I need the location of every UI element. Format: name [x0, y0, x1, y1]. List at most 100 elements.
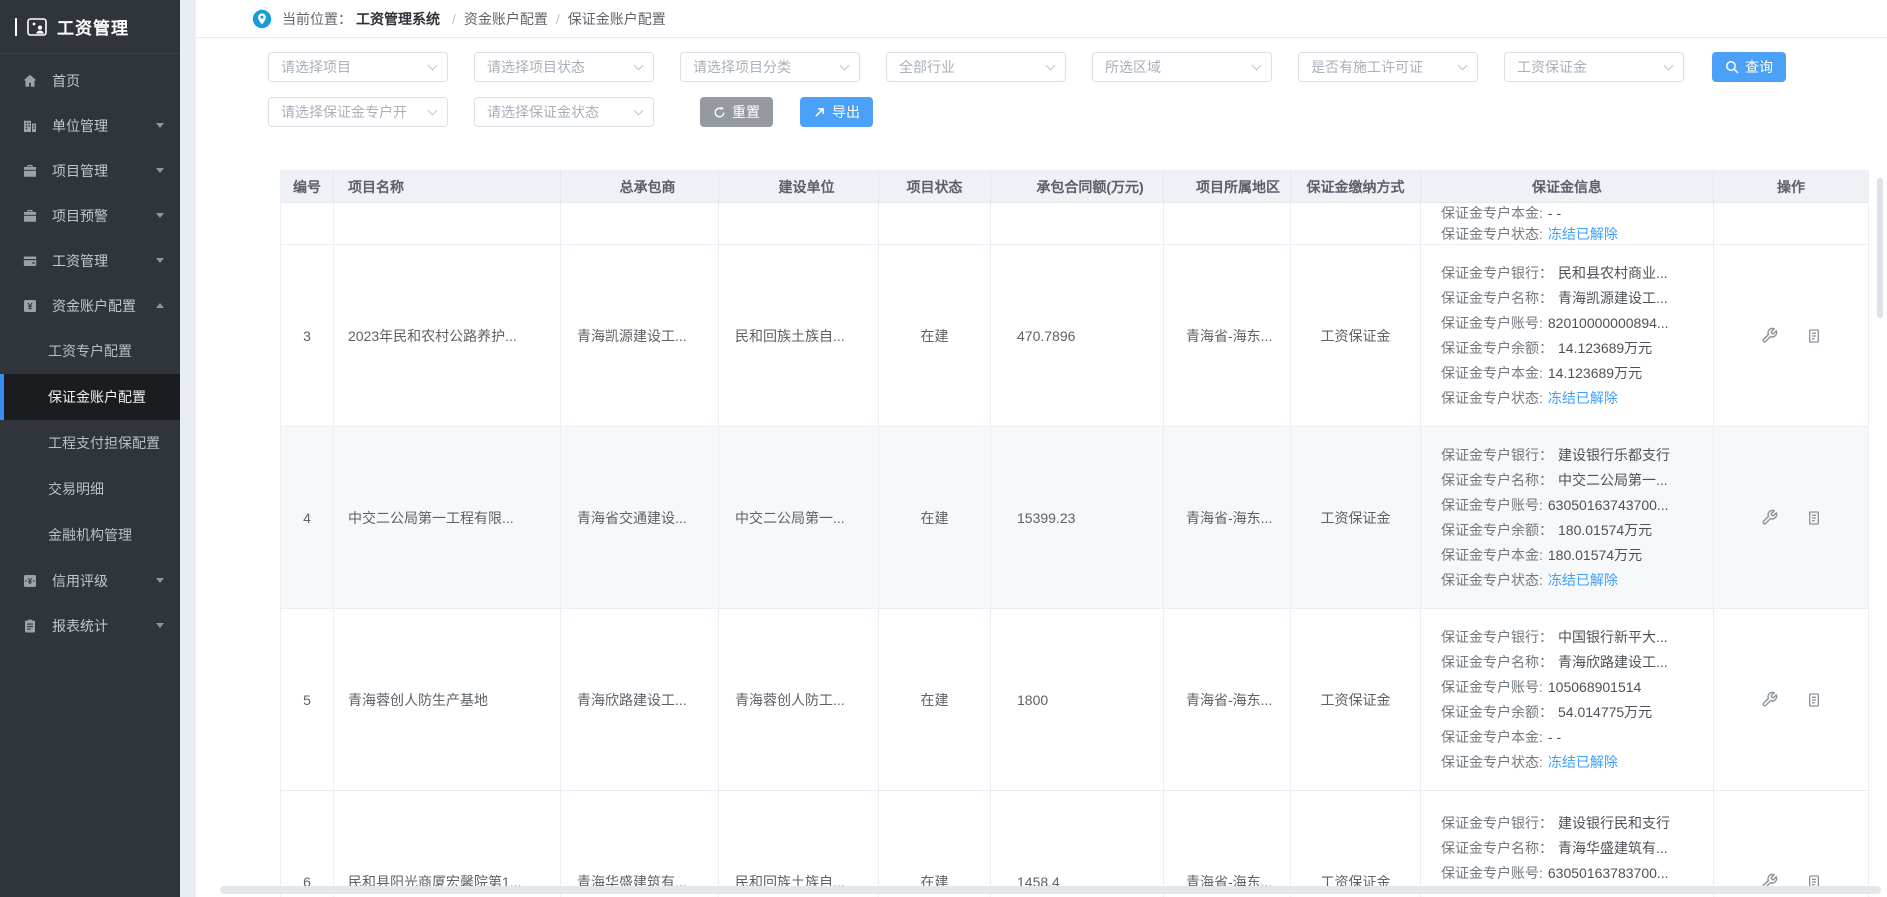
sidebar-subitem-project-payment-guarantee[interactable]: 工程支付担保配置 — [0, 420, 180, 466]
select-deposit-account-bank[interactable]: 请选择保证金专户开 — [268, 97, 448, 127]
table-header-num: 编号 — [281, 171, 334, 202]
cell-builder: 中交二公局第一... — [719, 427, 879, 608]
breadcrumb-separator: / — [452, 11, 456, 27]
credit-rating-icon: ¥ — [22, 573, 39, 589]
chevron-down-icon — [428, 61, 438, 71]
select-project-status[interactable]: 请选择项目状态 — [474, 52, 654, 82]
cell-num: 5 — [281, 609, 334, 790]
main-area: 当前位置： 工资管理系统 / 资金账户配置 / 保证金账户配置 请选择项目 请选… — [196, 0, 1887, 897]
cell-region: 青海省-海东... — [1164, 609, 1291, 790]
cell-status: 在建 — [879, 245, 991, 426]
sidebar-subitem-label: 保证金账户配置 — [48, 387, 146, 407]
app-title: 工资管理 — [57, 14, 129, 39]
select-project-category[interactable]: 请选择项目分类 — [680, 52, 860, 82]
sidebar-item-home[interactable]: 首页 — [0, 58, 180, 103]
wrench-icon[interactable] — [1761, 509, 1778, 526]
cell-project-name: 中交二公局第一工程有限... — [334, 427, 561, 608]
export-button[interactable]: 导出 — [800, 97, 873, 127]
select-value: 工资保证金 — [1517, 57, 1587, 77]
cell-builder: 民和回族土族自... — [719, 791, 879, 897]
cell-status: 在建 — [879, 609, 991, 790]
cell-method: 工资保证金 — [1291, 791, 1421, 897]
sidebar-item-label: 项目管理 — [52, 161, 108, 181]
document-icon[interactable] — [1806, 510, 1822, 526]
sidebar-subitem-financial-institution[interactable]: 金融机构管理 — [0, 512, 180, 558]
sidebar-item-label: 信用评级 — [52, 571, 108, 591]
deposit-status-link[interactable]: 冻结已解除 — [1548, 754, 1618, 770]
deposit-info: 保证金专户银行：建设银行乐都支行 保证金专户名称：中交二公局第一... 保证金专… — [1441, 427, 1713, 608]
sidebar-item-unit-management[interactable]: 单位管理 — [0, 103, 180, 148]
horizontal-scrollbar[interactable] — [220, 886, 1881, 894]
table-header-amount: 承包合同额(万元) — [991, 171, 1164, 202]
export-arrow-icon — [813, 106, 826, 119]
wrench-icon[interactable] — [1761, 327, 1778, 344]
sidebar-subitem-deposit-account-config[interactable]: 保证金账户配置 — [0, 374, 180, 420]
reset-button[interactable]: 重置 — [700, 97, 773, 127]
location-pin-icon — [252, 9, 272, 29]
select-value: 请选择保证金专户开 — [281, 102, 407, 122]
chevron-down-icon — [156, 123, 164, 128]
cell-amount: 1458.4 — [991, 791, 1164, 897]
sidebar-item-report-statistics[interactable]: 报表统计 — [0, 603, 180, 648]
deposit-status-link[interactable]: 冻结已解除 — [1548, 226, 1618, 242]
sidebar-subitem-wage-special-account[interactable]: 工资专户配置 — [0, 328, 180, 374]
breadcrumb-bar: 当前位置： 工资管理系统 / 资金账户配置 / 保证金账户配置 — [196, 0, 1887, 38]
cell-contractor: 青海欣路建设工... — [561, 609, 719, 790]
deposit-status-link[interactable]: 冻结已解除 — [1548, 572, 1618, 588]
yen-square-icon: ¥ — [22, 298, 39, 314]
select-value: 是否有施工许可证 — [1311, 57, 1423, 77]
select-project[interactable]: 请选择项目 — [268, 52, 448, 82]
table-header-contractor: 总承包商 — [561, 171, 719, 202]
refresh-icon — [713, 106, 726, 119]
table-row: 保证金专户本金:- - 保证金专户状态:冻结已解除 — [281, 203, 1868, 245]
table-header-actions: 操作 — [1714, 171, 1868, 202]
deposit-info: 保证金专户银行：建设银行民和支行 保证金专户名称：青海华盛建筑有... 保证金专… — [1441, 791, 1713, 897]
chevron-down-icon — [1046, 61, 1056, 71]
document-icon[interactable] — [1806, 328, 1822, 344]
cell-project-name: 2023年民和农村公路养护... — [334, 245, 561, 426]
search-button[interactable]: 查询 — [1712, 52, 1786, 82]
select-construction-permit[interactable]: 是否有施工许可证 — [1298, 52, 1478, 82]
cell-status: 在建 — [879, 791, 991, 897]
sidebar-subitem-label: 工资专户配置 — [48, 341, 132, 361]
sidebar-item-project-management[interactable]: 项目管理 — [0, 148, 180, 193]
select-value: 全部行业 — [899, 57, 955, 77]
sidebar-item-label: 资金账户配置 — [52, 296, 136, 316]
select-deposit-type[interactable]: 工资保证金 — [1504, 52, 1684, 82]
sidebar-item-credit-rating[interactable]: ¥ 信用评级 — [0, 558, 180, 603]
select-value: 请选择项目分类 — [693, 57, 791, 77]
sidebar-item-project-warning[interactable]: 项目预警 — [0, 193, 180, 238]
cell-region: 青海省-海东... — [1164, 245, 1291, 426]
chevron-down-icon — [156, 578, 164, 583]
select-deposit-status[interactable]: 请选择保证金状态 — [474, 97, 654, 127]
select-industry[interactable]: 全部行业 — [886, 52, 1066, 82]
vertical-scrollbar-thumb[interactable] — [1877, 178, 1883, 318]
chevron-down-icon — [156, 258, 164, 263]
breadcrumb-item-deposit-account[interactable]: 保证金账户配置 — [568, 9, 666, 29]
sidebar-subitem-label: 金融机构管理 — [48, 525, 132, 545]
chevron-down-icon — [1252, 61, 1262, 71]
cell-method: 工资保证金 — [1291, 245, 1421, 426]
wrench-icon[interactable] — [1761, 691, 1778, 708]
sidebar-subitem-transaction-detail[interactable]: 交易明细 — [0, 466, 180, 512]
chevron-down-icon — [428, 106, 438, 116]
document-icon[interactable] — [1806, 692, 1822, 708]
sidebar-item-label: 首页 — [52, 71, 80, 91]
chevron-down-icon — [156, 213, 164, 218]
cell-method: 工资保证金 — [1291, 427, 1421, 608]
table-header-builder: 建设单位 — [719, 171, 879, 202]
breadcrumb-item-fund-account[interactable]: 资金账户配置 — [464, 9, 548, 29]
deposit-status-link[interactable]: 冻结已解除 — [1548, 390, 1618, 406]
breadcrumb-root[interactable]: 工资管理系统 — [356, 9, 440, 29]
app-logo: 工资管理 — [0, 0, 180, 54]
wallet-icon — [22, 253, 39, 269]
table-header-project-name: 项目名称 — [334, 171, 561, 202]
building-icon — [22, 118, 39, 134]
chevron-down-icon — [1458, 61, 1468, 71]
select-region[interactable]: 所选区域 — [1092, 52, 1272, 82]
chevron-down-icon — [840, 61, 850, 71]
sidebar-item-wage-management[interactable]: 工资管理 — [0, 238, 180, 283]
breadcrumb-separator: / — [556, 11, 560, 27]
deposit-status: 保证金专户状态:冻结已解除 — [1441, 224, 1713, 245]
sidebar-item-fund-account-config[interactable]: ¥ 资金账户配置 — [0, 283, 180, 328]
